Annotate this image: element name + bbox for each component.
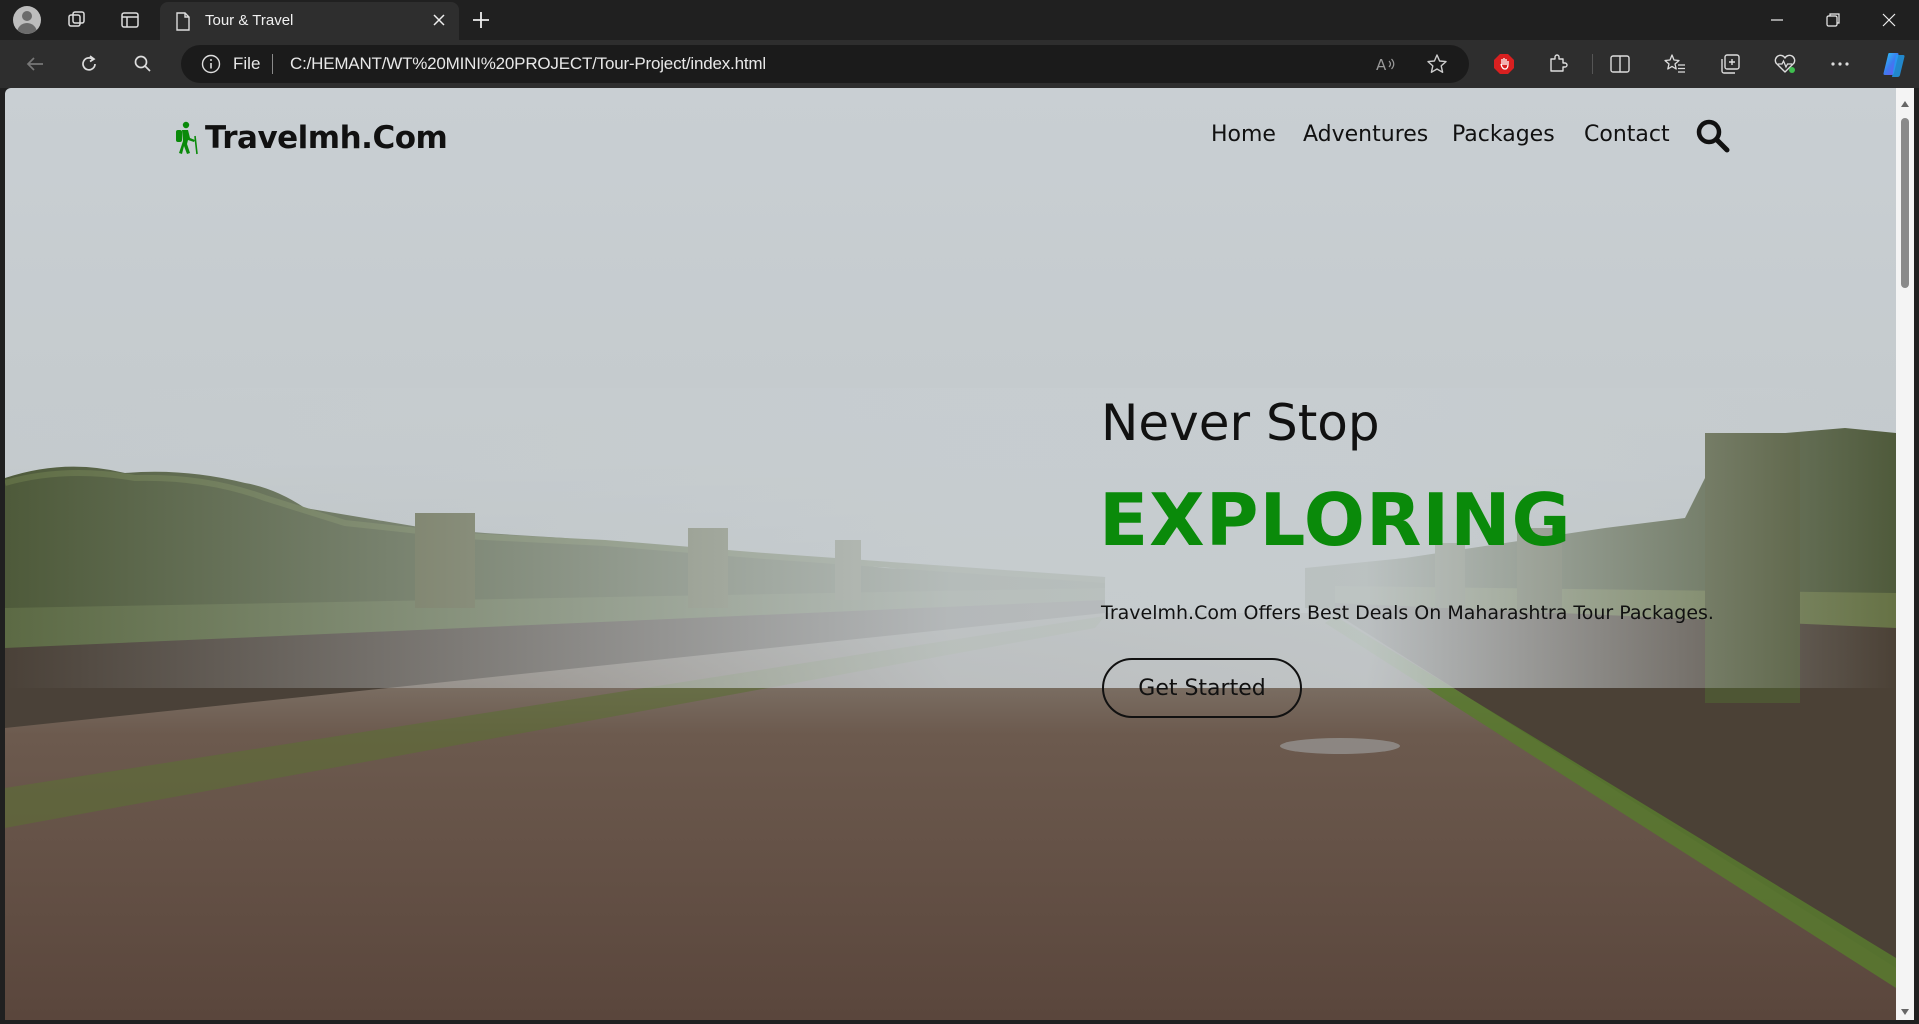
- nav-contact[interactable]: Contact: [1584, 122, 1670, 147]
- nav-home[interactable]: Home: [1211, 122, 1276, 147]
- tab-title: Tour & Travel: [205, 12, 294, 29]
- restore-icon[interactable]: [1805, 0, 1861, 40]
- get-started-button[interactable]: Get Started: [1102, 658, 1302, 718]
- window-bottom-edge: [0, 1020, 1919, 1024]
- workspaces-icon[interactable]: [61, 6, 93, 34]
- collections-icon[interactable]: [1713, 48, 1747, 80]
- extensions-icon[interactable]: [1541, 48, 1575, 80]
- nav-packages[interactable]: Packages: [1452, 122, 1555, 147]
- main-nav: Home Adventures Packages Contact: [5, 122, 1896, 154]
- browser-toolbar: File C:/HEMANT/WT%20MINI%20PROJECT/Tour-…: [0, 40, 1919, 88]
- back-icon[interactable]: [18, 48, 52, 80]
- tab-actions-icon[interactable]: [114, 6, 146, 34]
- address-file-label: File: [233, 54, 261, 73]
- hero-section: Travelmh.Com Home Adventures Packages Co…: [5, 88, 1896, 1020]
- browser-titlebar: Tour & Travel: [0, 0, 1919, 40]
- toolbar-divider: [1592, 54, 1593, 74]
- address-separator: [272, 54, 273, 74]
- info-icon[interactable]: [201, 54, 221, 74]
- search-icon[interactable]: [1695, 118, 1731, 154]
- scroll-up-arrow-icon[interactable]: [1900, 94, 1910, 107]
- address-bar[interactable]: File C:/HEMANT/WT%20MINI%20PROJECT/Tour-…: [181, 45, 1469, 83]
- profile-icon[interactable]: [13, 6, 41, 34]
- favorite-star-icon[interactable]: [1425, 53, 1449, 75]
- browser-essentials-icon[interactable]: [1768, 48, 1802, 80]
- hero-description: Travelmh.Com Offers Best Deals On Mahara…: [1101, 602, 1714, 624]
- read-aloud-icon[interactable]: A: [1374, 53, 1398, 75]
- more-icon[interactable]: [1823, 48, 1857, 80]
- search-icon[interactable]: [126, 48, 160, 80]
- close-icon[interactable]: [429, 10, 449, 30]
- active-tab[interactable]: Tour & Travel: [160, 2, 459, 40]
- svg-text:A: A: [1376, 56, 1387, 74]
- minimize-icon[interactable]: [1749, 0, 1805, 40]
- hero-background-image: [5, 388, 1896, 1020]
- adblock-icon[interactable]: [1487, 48, 1521, 80]
- hero-subtitle: Never Stop: [1101, 394, 1380, 452]
- page-icon: [175, 12, 191, 35]
- copilot-icon[interactable]: [1877, 48, 1911, 80]
- nav-adventures[interactable]: Adventures: [1303, 122, 1428, 147]
- favorites-icon[interactable]: [1658, 48, 1692, 80]
- new-tab-icon[interactable]: [465, 6, 497, 34]
- scrollbar-thumb[interactable]: [1901, 118, 1909, 288]
- refresh-icon[interactable]: [72, 48, 106, 80]
- split-screen-icon[interactable]: [1603, 48, 1637, 80]
- address-url[interactable]: C:/HEMANT/WT%20MINI%20PROJECT/Tour-Proje…: [290, 54, 766, 74]
- window-close-icon[interactable]: [1861, 0, 1917, 40]
- page-viewport: Travelmh.Com Home Adventures Packages Co…: [5, 88, 1896, 1020]
- scroll-down-arrow-icon[interactable]: [1900, 1002, 1910, 1015]
- page-scrollbar[interactable]: [1896, 88, 1914, 1020]
- hero-title: EXPLORING: [1099, 478, 1572, 562]
